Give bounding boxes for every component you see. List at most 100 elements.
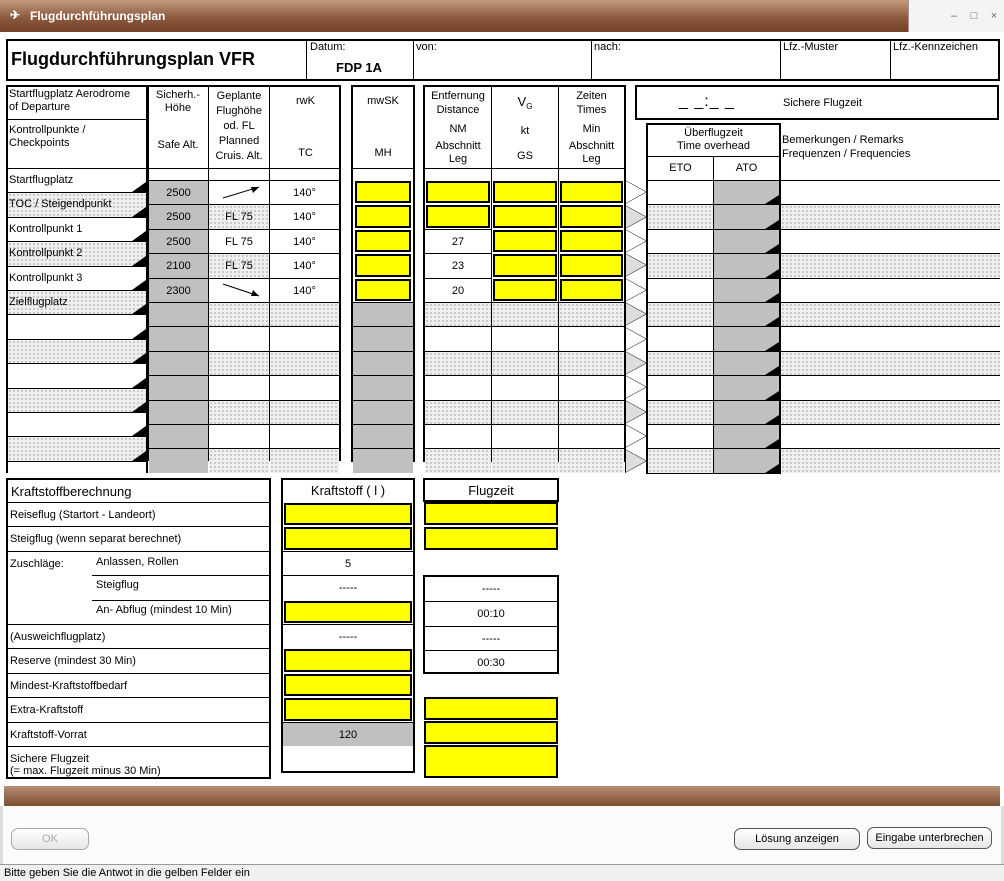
mh-input[interactable] xyxy=(355,181,411,204)
remarks-cell[interactable] xyxy=(781,448,1000,473)
waypoint-cell[interactable]: Zielflugplatz xyxy=(8,290,146,315)
ato-cell[interactable] xyxy=(714,253,779,278)
fuel-input[interactable] xyxy=(284,649,412,672)
interrupt-button[interactable]: Eingabe unterbrechen xyxy=(867,827,992,849)
waypoint-cell[interactable] xyxy=(8,387,146,412)
sichere-flugzeit-label: Sichere Flugzeit xyxy=(783,97,862,109)
eto-cell[interactable] xyxy=(648,277,713,302)
ato-cell[interactable] xyxy=(714,180,779,205)
eto-cell[interactable] xyxy=(648,253,713,278)
time-input[interactable] xyxy=(424,745,558,778)
fuel-row-label-2: (= max. Flugzeit minus 30 Min) xyxy=(10,765,161,777)
mh-cell xyxy=(353,448,413,473)
waypoint-cell[interactable]: Kontrollpunkt 2 xyxy=(8,241,146,266)
distance-input[interactable] xyxy=(426,205,490,228)
ato-cell[interactable] xyxy=(714,399,779,424)
groundspeed-input[interactable] xyxy=(493,278,557,301)
mh-input[interactable] xyxy=(355,229,411,253)
eto-cell[interactable] xyxy=(648,228,713,253)
ato-cell[interactable] xyxy=(714,277,779,302)
mh-input[interactable] xyxy=(355,205,411,228)
fuel-input[interactable] xyxy=(284,673,412,697)
leg-time-input[interactable] xyxy=(560,205,623,228)
eto-cell[interactable] xyxy=(648,375,713,399)
fuel-input[interactable] xyxy=(284,503,412,526)
time-input[interactable] xyxy=(424,721,558,744)
eto-pointer xyxy=(625,351,648,375)
remarks-cell[interactable] xyxy=(781,399,1000,424)
leg-time-input[interactable] xyxy=(560,278,623,301)
eto-cell[interactable] xyxy=(648,424,713,448)
remarks-cell[interactable] xyxy=(781,424,1000,448)
minimize-icon[interactable]: – xyxy=(947,9,961,23)
ato-cell[interactable] xyxy=(714,228,779,254)
remarks-cell[interactable] xyxy=(781,277,1000,302)
eto-pointer xyxy=(625,375,648,400)
mh-input[interactable] xyxy=(355,278,411,301)
distance-cell xyxy=(425,448,491,473)
show-solution-button[interactable]: Lösung anzeigen xyxy=(734,828,860,850)
title-bar[interactable]: ✈ Flugdurchführungsplan xyxy=(0,0,1004,32)
ato-cell[interactable] xyxy=(714,424,779,449)
leg-time-input[interactable] xyxy=(560,181,623,204)
waypoint-cell[interactable] xyxy=(8,338,146,364)
fuel-row-label: Reiseflug (Startort - Landeort) xyxy=(10,509,156,521)
eto-cell[interactable] xyxy=(648,180,713,204)
eto-cell[interactable] xyxy=(648,204,713,229)
waypoint-cell[interactable]: Kontrollpunkt 3 xyxy=(8,265,146,290)
remarks-cell[interactable] xyxy=(781,350,1000,376)
remarks-cell[interactable] xyxy=(781,228,1000,253)
ato-cell[interactable] xyxy=(714,375,779,400)
waypoint-cell[interactable]: TOC / Steigendpunkt xyxy=(8,192,146,217)
safe-alt-cell: 2100 xyxy=(149,253,208,278)
ato-cell[interactable] xyxy=(714,204,779,229)
time-input[interactable] xyxy=(424,502,558,525)
fuel-input[interactable] xyxy=(284,698,412,721)
eto-cell[interactable] xyxy=(648,326,713,350)
hdr-cruise: Geplante Flughöhe od. FL Planned Cruis. Al… xyxy=(215,90,263,162)
waypoint-cell[interactable]: Startflugplatz xyxy=(8,168,146,193)
fuel-kraftstoff-col: Kraftstoff ( l ) 5 ----- ----- 120 xyxy=(281,478,415,773)
waypoint-cell[interactable] xyxy=(8,436,146,461)
eto-cell[interactable] xyxy=(648,302,713,327)
remarks-cell[interactable] xyxy=(781,253,1000,278)
waypoint-cell[interactable] xyxy=(8,314,146,339)
safe-alt-cell: 2300 xyxy=(149,277,208,302)
remarks-cell[interactable] xyxy=(781,180,1000,204)
time-input[interactable] xyxy=(424,697,558,720)
fuel-input[interactable] xyxy=(284,600,412,623)
time-value: ----- xyxy=(481,583,501,595)
corner-marker xyxy=(132,182,146,193)
time-input[interactable] xyxy=(424,527,558,550)
eto-cell[interactable] xyxy=(648,399,713,424)
eto-cell[interactable] xyxy=(648,350,713,376)
mh-input[interactable] xyxy=(355,254,411,277)
leg-time-input[interactable] xyxy=(560,229,623,253)
ato-cell[interactable] xyxy=(714,350,779,376)
remarks-cell[interactable] xyxy=(781,302,1000,327)
ok-button[interactable]: OK xyxy=(11,828,89,850)
hdr-times: Zeiten Times Min Abschnitt Leg xyxy=(568,90,615,165)
groundspeed-input[interactable] xyxy=(493,181,557,204)
cruise-cell: FL 75 xyxy=(209,253,269,278)
distance-cell xyxy=(425,375,491,399)
ato-cell[interactable] xyxy=(714,448,779,473)
groundspeed-input[interactable] xyxy=(493,229,557,253)
remarks-cell[interactable] xyxy=(781,326,1000,350)
fuel-value: 120 xyxy=(283,721,413,746)
ato-cell[interactable] xyxy=(714,302,779,327)
close-icon[interactable]: × xyxy=(987,9,1001,23)
groundspeed-input[interactable] xyxy=(493,205,557,228)
fuel-input[interactable] xyxy=(284,527,412,550)
maximize-icon[interactable]: □ xyxy=(967,9,981,23)
remarks-cell[interactable] xyxy=(781,204,1000,229)
waypoint-cell[interactable] xyxy=(8,363,146,388)
distance-input[interactable] xyxy=(426,181,490,204)
waypoint-cell[interactable]: Kontrollpunkt 1 xyxy=(8,216,146,242)
remarks-cell[interactable] xyxy=(781,375,1000,399)
waypoint-cell[interactable] xyxy=(8,412,146,437)
eto-cell[interactable] xyxy=(648,448,713,473)
leg-time-input[interactable] xyxy=(560,254,623,277)
groundspeed-input[interactable] xyxy=(493,254,557,277)
ato-cell[interactable] xyxy=(714,326,779,351)
